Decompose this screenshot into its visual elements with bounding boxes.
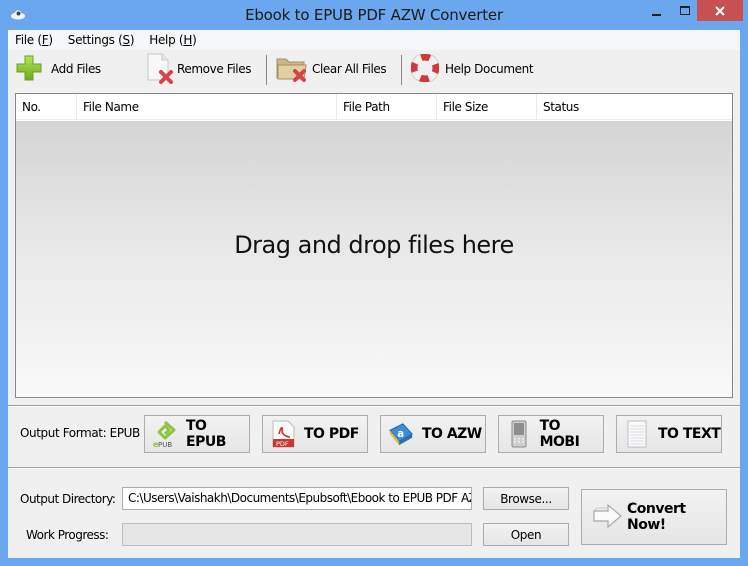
column-header-status[interactable]: Status: [537, 94, 732, 120]
remove-file-icon: [145, 52, 175, 87]
menu-settings-label: Settings: [67, 33, 115, 47]
browse-button[interactable]: Browse...: [483, 487, 569, 510]
close-button[interactable]: [697, 0, 743, 21]
section-divider: [8, 405, 740, 407]
column-header-file-size[interactable]: File Size: [437, 94, 537, 120]
svg-text:PDF: PDF: [276, 440, 289, 448]
to-text-label: TO TEXT: [658, 426, 721, 442]
pdf-icon: PDF: [270, 420, 296, 448]
add-plus-icon: [15, 54, 43, 85]
menu-file[interactable]: File (F): [15, 33, 53, 47]
menu-help-mnemonic: H: [183, 33, 193, 47]
close-icon: [715, 5, 725, 16]
epub-icon: e PUB: [152, 420, 178, 448]
arrow-right-icon: [591, 503, 623, 532]
svg-text:PUB: PUB: [158, 441, 172, 448]
minimize-button[interactable]: [644, 0, 670, 21]
work-progress-bar: [122, 523, 472, 546]
window-title: Ebook to EPUB PDF AZW Converter: [245, 6, 503, 24]
menu-help[interactable]: Help (H): [149, 33, 197, 47]
column-header-file-name[interactable]: File Name: [77, 94, 337, 120]
output-directory-field[interactable]: C:\Users\Vaishakh\Documents\Epubsoft\Ebo…: [122, 487, 472, 510]
convert-now-label: Convert Now!: [627, 501, 686, 533]
to-mobi-button[interactable]: TO MOBI: [498, 415, 604, 453]
to-pdf-label: TO PDF: [304, 426, 359, 442]
add-files-button[interactable]: Add Files: [15, 50, 101, 88]
help-document-button[interactable]: Help Document: [410, 50, 534, 88]
svg-text:a: a: [397, 429, 404, 440]
drop-zone-message: Drag and drop files here: [234, 231, 514, 259]
convert-now-button[interactable]: Convert Now!: [581, 489, 727, 545]
column-header-number[interactable]: No.: [16, 94, 77, 120]
menu-settings-mnemonic: S: [122, 33, 131, 47]
file-list[interactable]: No. File Name File Path File Size Status…: [15, 93, 733, 398]
text-document-icon: [624, 420, 650, 448]
help-document-label: Help Document: [445, 62, 534, 76]
drop-zone[interactable]: Drag and drop files here: [16, 121, 732, 397]
toolbar-separator: [401, 55, 402, 85]
menu-file-mnemonic: F: [41, 33, 49, 47]
work-progress-label: Work Progress:: [26, 528, 109, 542]
minimize-icon: [652, 13, 661, 16]
file-list-header: No. File Name File Path File Size Status: [16, 94, 732, 120]
to-text-button[interactable]: TO TEXT: [616, 415, 722, 453]
remove-files-button[interactable]: Remove Files: [145, 50, 251, 88]
to-mobi-label: TO MOBI: [539, 418, 580, 450]
to-epub-label: TO EPUB: [186, 418, 226, 450]
mobile-device-icon: [506, 420, 532, 448]
title-bar[interactable]: Ebook to EPUB PDF AZW Converter: [0, 0, 748, 30]
to-azw-label: TO AZW: [422, 426, 482, 442]
menu-help-label: Help: [149, 33, 176, 47]
output-format-label: Output Format: EPUB: [20, 426, 140, 440]
menu-bar: File (F) Settings (S) Help (H): [8, 30, 740, 50]
column-header-file-path[interactable]: File Path: [337, 94, 437, 120]
toolbar-separator: [266, 55, 267, 85]
menu-file-label: File: [15, 33, 34, 47]
menu-settings[interactable]: Settings (S): [67, 33, 135, 47]
clear-all-files-label: Clear All Files: [312, 62, 387, 76]
to-azw-button[interactable]: a TO AZW: [380, 415, 486, 453]
clear-folder-icon: [276, 53, 308, 86]
clear-all-files-button[interactable]: Clear All Files: [276, 50, 387, 88]
lifebuoy-help-icon: [410, 52, 440, 85]
azw-book-icon: a: [388, 420, 414, 448]
client-area: File (F) Settings (S) Help (H) Add Files…: [8, 30, 740, 558]
open-button[interactable]: Open: [483, 523, 569, 546]
add-files-label: Add Files: [51, 62, 101, 76]
app-window: Ebook to EPUB PDF AZW Converter File (F)…: [0, 0, 748, 566]
maximize-button[interactable]: [672, 0, 698, 21]
section-divider: [8, 467, 740, 469]
remove-files-label: Remove Files: [177, 62, 252, 76]
toolbar: Add Files Remove Files Clear All Files H…: [8, 50, 740, 88]
output-directory-label: Output Directory:: [20, 492, 116, 506]
to-epub-button[interactable]: e PUB TO EPUB: [144, 415, 250, 453]
to-pdf-button[interactable]: PDF TO PDF: [262, 415, 368, 453]
maximize-icon: [680, 6, 690, 15]
